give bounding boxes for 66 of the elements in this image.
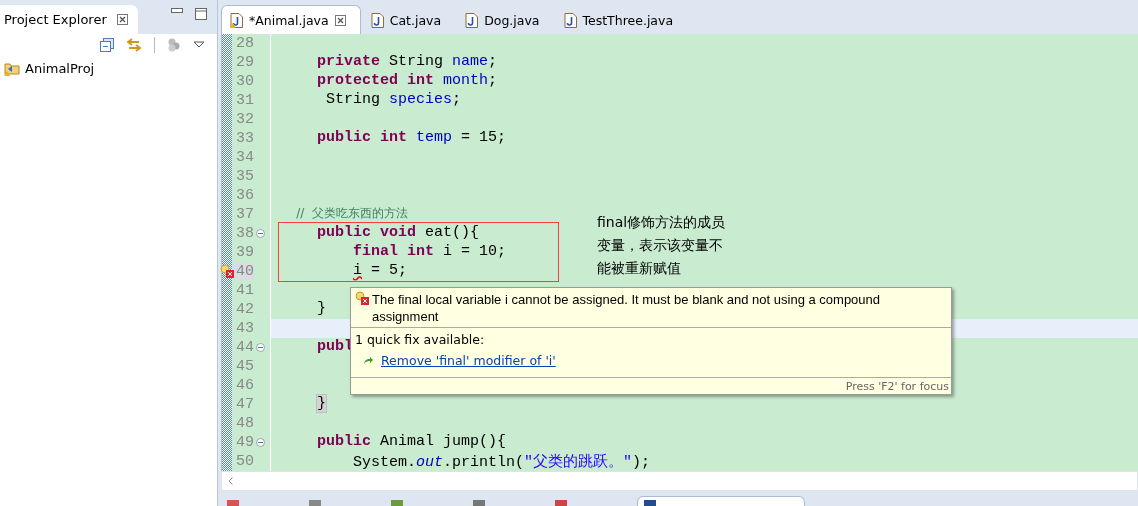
code-line: public int temp = 15; (316, 129, 507, 146)
line-number: 42 (235, 301, 254, 318)
line-number: 37 (235, 206, 254, 223)
line-number: 45 (235, 358, 254, 375)
project-folder-icon (4, 60, 20, 76)
code-line: System.out.println("父类的跳跃。"); (352, 454, 651, 471)
fix-arrow-icon (363, 356, 373, 365)
fold-toggle-icon[interactable] (255, 229, 265, 238)
minimize-icon[interactable] (171, 8, 183, 14)
java-file-icon (230, 12, 243, 28)
line-number: 33 (235, 130, 254, 147)
editor-tab[interactable]: TestThree.java (555, 6, 688, 34)
line-number: 43 (235, 320, 254, 337)
java-file-icon (563, 12, 577, 28)
annotation-text: 变量，表示该变量不 (597, 237, 724, 255)
error-bulb-icon[interactable] (220, 264, 234, 278)
java-file-icon (465, 12, 479, 28)
line-number: 35 (235, 168, 254, 185)
line-number: 50 (235, 453, 254, 470)
line-number: 36 (235, 187, 254, 204)
tree-item[interactable]: AnimalProj (25, 60, 95, 76)
code-line: String species; (325, 91, 462, 108)
line-number: 28 (235, 35, 254, 52)
line-number: 49 (235, 434, 254, 451)
code-line: private String name; (316, 53, 498, 70)
code-line: } (316, 300, 326, 317)
view-menu-icon[interactable] (193, 41, 205, 49)
code-line: protected int month; (316, 72, 498, 89)
line-number: 34 (235, 149, 254, 166)
collapse-all-icon[interactable] (100, 38, 114, 52)
fold-toggle-icon[interactable] (255, 438, 265, 447)
editor-tab[interactable]: Dog.java (457, 6, 554, 34)
java-file-icon (370, 12, 384, 28)
line-number: 47 (235, 396, 254, 413)
line-number: 39 (235, 244, 254, 261)
line-number: 44 (235, 339, 254, 356)
line-number: 29 (235, 54, 254, 71)
link-arrows-icon[interactable] (126, 37, 142, 53)
code-line: public void eat(){ (316, 224, 480, 241)
line-number: 41 (235, 282, 254, 299)
line-number: 31 (235, 92, 254, 109)
focus-hint: Press 'F2' for focus (351, 377, 951, 394)
line-number: 48 (235, 415, 254, 432)
close-icon[interactable] (334, 14, 346, 26)
annotation-text: final修饰方法的成员 (597, 214, 726, 232)
maximize-icon[interactable] (195, 8, 207, 20)
editor-tab[interactable]: *Animal.java (221, 5, 361, 34)
line-number: 30 (235, 73, 254, 90)
error-message: The final local variable i cannot be assigned. It must be blank and not using a compound assignment (372, 291, 882, 325)
code-line: final int i = 10; (352, 243, 507, 260)
code-line: publ (316, 338, 353, 355)
annotation-text: 能被重新赋值 (597, 260, 682, 278)
scroll-left-icon[interactable] (228, 477, 233, 485)
error-bulb-icon (355, 291, 369, 305)
editor-tab[interactable]: Cat.java (362, 6, 456, 34)
line-number: 46 (235, 377, 254, 394)
quick-fix-link[interactable]: Remove 'final' modifier of 'i' (381, 353, 556, 368)
code-line: i = 5; (352, 262, 408, 279)
fold-toggle-icon[interactable] (255, 343, 265, 352)
close-icon[interactable] (116, 14, 128, 25)
code-line: // 父类吃东西的方法 (295, 205, 408, 222)
line-number: 40 (232, 263, 254, 280)
quick-fix-count: 1 quick fix available: (354, 331, 486, 349)
code-line: public Animal jump(){ (316, 433, 507, 450)
line-number: 38 (235, 225, 254, 242)
line-number: 32 (235, 111, 254, 128)
